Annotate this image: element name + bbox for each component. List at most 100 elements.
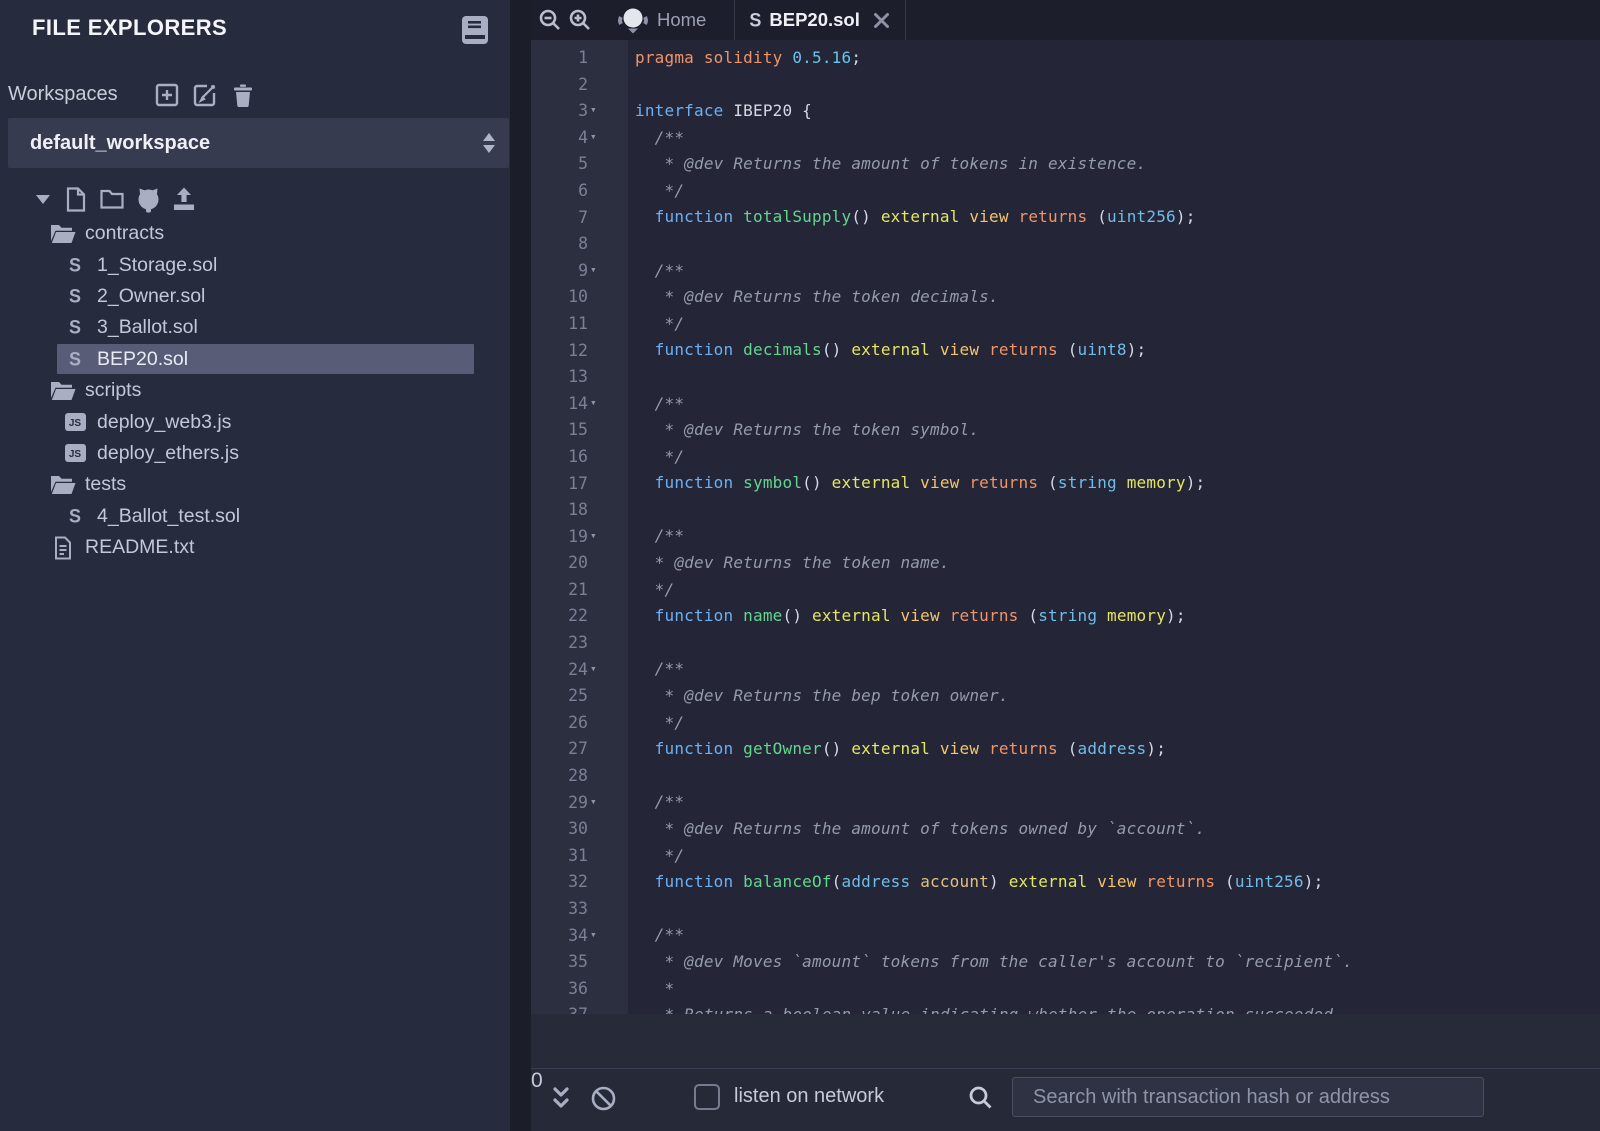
code-line-30[interactable]: 30 * @dev Returns the amount of tokens o… <box>531 815 1600 842</box>
gutter: 31 <box>531 842 628 869</box>
tab-bep20[interactable]: S BEP20.sol <box>734 0 906 40</box>
code-line-11[interactable]: 11 */ <box>531 310 1600 337</box>
code-line-14[interactable]: 14▾ /** <box>531 390 1600 417</box>
code-line-2[interactable]: 2 <box>531 71 1600 98</box>
code-line-22[interactable]: 22 function name() external view returns… <box>531 602 1600 629</box>
tree-item-bep20-sol[interactable]: SBEP20.sol <box>0 344 510 375</box>
code-line-32[interactable]: 32 function balanceOf(address account) e… <box>531 868 1600 895</box>
code-line-4[interactable]: 4▾ /** <box>531 124 1600 151</box>
solidity-file-icon: S <box>62 252 88 278</box>
block-icon[interactable] <box>590 1085 617 1112</box>
code-line-6[interactable]: 6 */ <box>531 177 1600 204</box>
gutter: 16 <box>531 443 628 470</box>
code-line-23[interactable]: 23 <box>531 629 1600 656</box>
listen-on-network-label: listen on network <box>734 1085 884 1108</box>
code-line-34[interactable]: 34▾ /** <box>531 922 1600 949</box>
tree-item-label: tests <box>85 473 126 496</box>
code-line-7[interactable]: 7 function totalSupply() external view r… <box>531 204 1600 231</box>
code-line-10[interactable]: 10 * @dev Returns the token decimals. <box>531 283 1600 310</box>
code-line-5[interactable]: 5 * @dev Returns the amount of tokens in… <box>531 150 1600 177</box>
code-line-35[interactable]: 35 * @dev Moves `amount` tokens from the… <box>531 948 1600 975</box>
code-line-21[interactable]: 21 */ <box>531 576 1600 603</box>
delete-workspace-button[interactable] <box>230 82 256 108</box>
code-line-1[interactable]: 1pragma solidity 0.5.16; <box>531 44 1600 71</box>
tree-item-label: 2_Owner.sol <box>97 285 205 308</box>
workspace-select[interactable]: default_workspace <box>8 118 509 168</box>
solidity-file-icon: S <box>749 8 761 31</box>
tree-item-label: 4_Ballot_test.sol <box>97 505 240 528</box>
tree-item-1-storage-sol[interactable]: S1_Storage.sol <box>0 249 510 280</box>
code-text: * @dev Returns the token decimals. <box>628 287 999 306</box>
code-line-18[interactable]: 18 <box>531 496 1600 523</box>
code-line-15[interactable]: 15 * @dev Returns the token symbol. <box>531 416 1600 443</box>
code-line-29[interactable]: 29▾ /** <box>531 789 1600 816</box>
fold-caret-icon[interactable]: ▾ <box>590 795 597 809</box>
search-input[interactable] <box>1012 1077 1484 1117</box>
editor-area: Home S BEP20.sol 1pragma solidity 0.5.16… <box>531 0 1600 1131</box>
code-line-13[interactable]: 13 <box>531 363 1600 390</box>
tree-item-deploy-ethers-js[interactable]: JSdeploy_ethers.js <box>0 438 510 469</box>
code-line-19[interactable]: 19▾ /** <box>531 523 1600 550</box>
zoom-out-icon[interactable] <box>535 7 565 33</box>
rename-workspace-button[interactable] <box>192 82 218 108</box>
fold-caret-icon[interactable]: ▾ <box>590 263 597 277</box>
fold-caret-icon[interactable]: ▾ <box>590 103 597 117</box>
line-number: 7 <box>578 205 588 230</box>
code-line-9[interactable]: 9▾ /** <box>531 257 1600 284</box>
tree-item-readme-txt[interactable]: README.txt <box>0 532 510 563</box>
panel-splitter[interactable] <box>510 0 531 1131</box>
open-folder-icon <box>50 472 76 498</box>
terminal-bar: 0 listen on network ›ethers.js <box>531 1068 1600 1131</box>
code-line-28[interactable]: 28 <box>531 762 1600 789</box>
gutter: 27 <box>531 735 628 762</box>
tab-home[interactable]: Home <box>603 0 720 40</box>
code-line-26[interactable]: 26 */ <box>531 709 1600 736</box>
new-file-icon[interactable] <box>64 186 90 212</box>
code-line-24[interactable]: 24▾ /** <box>531 656 1600 683</box>
fold-caret-icon[interactable]: ▾ <box>590 130 597 144</box>
code-line-31[interactable]: 31 */ <box>531 842 1600 869</box>
code-line-33[interactable]: 33 <box>531 895 1600 922</box>
close-icon[interactable] <box>872 11 891 30</box>
code-line-17[interactable]: 17 function symbol() external view retur… <box>531 470 1600 497</box>
new-folder-icon[interactable] <box>99 186 125 212</box>
tree-item-3-ballot-sol[interactable]: S3_Ballot.sol <box>0 312 510 343</box>
code-line-20[interactable]: 20 * @dev Returns the token name. <box>531 549 1600 576</box>
code-line-12[interactable]: 12 function decimals() external view ret… <box>531 337 1600 364</box>
code-line-36[interactable]: 36 * <box>531 975 1600 1002</box>
book-icon[interactable] <box>460 14 490 46</box>
line-number: 22 <box>568 603 588 628</box>
code-line-16[interactable]: 16 */ <box>531 443 1600 470</box>
tree-item-scripts[interactable]: scripts <box>0 375 510 406</box>
code-line-8[interactable]: 8 <box>531 230 1600 257</box>
publish-icon[interactable] <box>171 186 197 212</box>
workspaces-label: Workspaces <box>8 83 118 106</box>
tree-item-tests[interactable]: tests <box>0 469 510 500</box>
expand-terminal-icon[interactable] <box>549 1085 573 1113</box>
fold-caret-icon[interactable]: ▾ <box>590 396 597 410</box>
github-icon[interactable] <box>135 186 161 212</box>
code-text: /** <box>628 925 684 944</box>
code-editor[interactable]: 1pragma solidity 0.5.16;23▾interface IBE… <box>531 40 1600 1018</box>
line-number: 15 <box>568 417 588 442</box>
zoom-in-icon[interactable] <box>565 7 595 33</box>
add-workspace-button[interactable] <box>154 82 180 108</box>
fold-caret-icon[interactable]: ▾ <box>590 928 597 942</box>
tree-item-deploy-web3-js[interactable]: JSdeploy_web3.js <box>0 406 510 437</box>
tree-item-2-owner-sol[interactable]: S 2_Owner.sol <box>0 281 510 312</box>
code-line-3[interactable]: 3▾interface IBEP20 { <box>531 97 1600 124</box>
line-number: 5 <box>578 151 588 176</box>
code-text: pragma solidity 0.5.16; <box>628 48 861 67</box>
fold-caret-icon[interactable]: ▾ <box>590 662 597 676</box>
line-number: 17 <box>568 471 588 496</box>
solidity-file-icon: S <box>62 283 88 309</box>
collapse-caret-icon[interactable] <box>34 186 60 212</box>
tree-item-4-ballot-test-sol[interactable]: S4_Ballot_test.sol <box>0 501 510 532</box>
tree-item-contracts[interactable]: contracts <box>0 218 510 249</box>
code-line-25[interactable]: 25 * @dev Returns the bep token owner. <box>531 682 1600 709</box>
tab-home-label: Home <box>657 9 706 31</box>
code-line-27[interactable]: 27 function getOwner() external view ret… <box>531 735 1600 762</box>
listen-on-network-checkbox[interactable] <box>694 1084 720 1110</box>
code-text: */ <box>628 580 674 599</box>
fold-caret-icon[interactable]: ▾ <box>590 529 597 543</box>
